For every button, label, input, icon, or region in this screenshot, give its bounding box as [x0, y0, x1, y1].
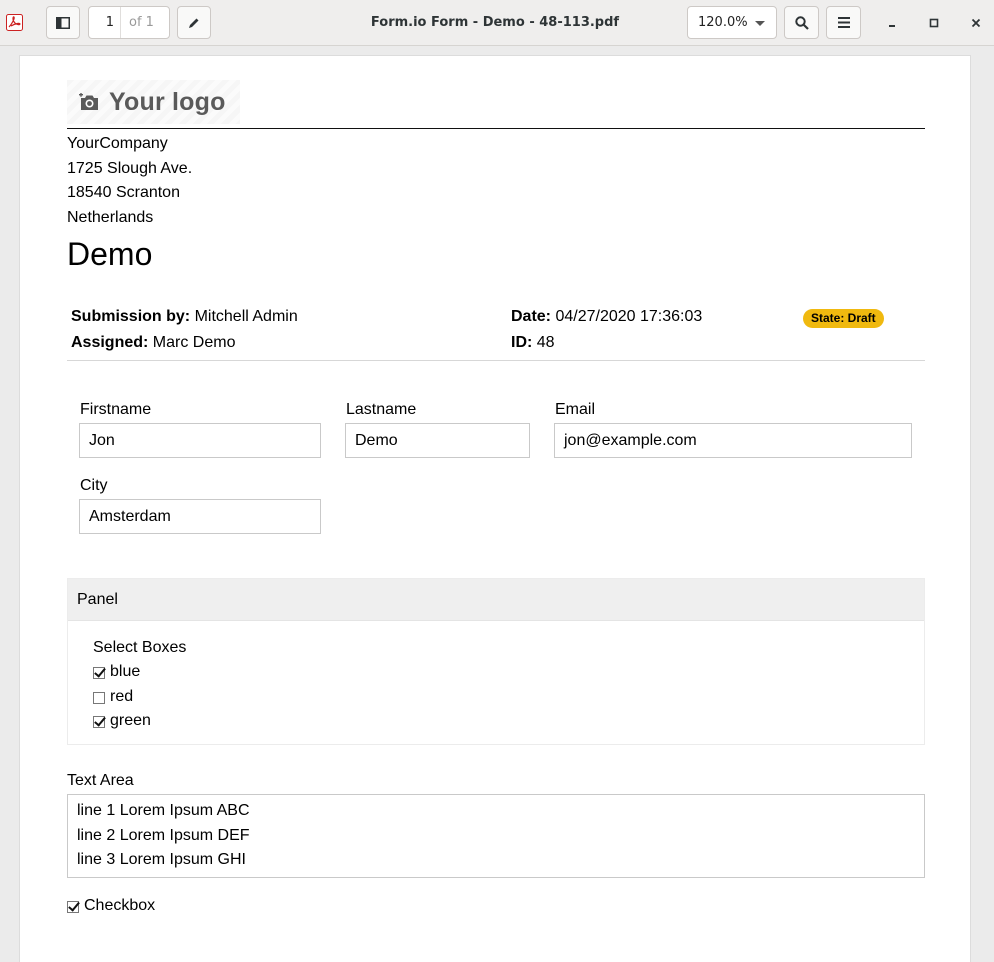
status-badge: State: Draft: [803, 309, 884, 328]
id-label: ID:: [511, 334, 533, 351]
firstname-label: Firstname: [80, 401, 152, 418]
search-icon: [794, 15, 809, 30]
option-label: blue: [110, 663, 141, 680]
checkbox-checked-icon[interactable]: [93, 667, 105, 679]
submission-by-label: Submission by:: [71, 308, 191, 325]
company-logo: Your logo: [67, 80, 240, 124]
minimize-icon: [889, 25, 895, 27]
checkbox-unchecked-icon[interactable]: [93, 692, 105, 704]
address-city: 18540 Scranton: [67, 184, 180, 201]
pencil-icon: [189, 18, 199, 28]
chevron-down-icon: [755, 21, 765, 26]
annotate-button[interactable]: [177, 6, 211, 39]
address-country: Netherlands: [67, 208, 154, 226]
document-title: Demo: [67, 236, 153, 272]
meta-divider: [67, 360, 925, 361]
logo-text: Your logo: [109, 87, 226, 116]
menu-button[interactable]: [826, 6, 861, 39]
textarea-line: line 2 Lorem Ipsum DEF: [77, 826, 250, 844]
id-value: 48: [536, 334, 555, 351]
email-label: Email: [555, 401, 596, 418]
company-name: YourCompany: [67, 135, 168, 152]
text-area-field[interactable]: line 1 Lorem Ipsum ABC line 2 Lorem Ipsu…: [67, 794, 925, 878]
pdf-app-icon: [6, 14, 23, 31]
firstname-field[interactable]: Jon: [79, 423, 321, 458]
page-number-field[interactable]: 1 of 1: [88, 6, 170, 39]
page-total-label: of 1: [129, 15, 154, 30]
sidebar-toggle-button[interactable]: [46, 6, 80, 39]
panel-title: Panel: [68, 579, 924, 621]
lastname-label: Lastname: [346, 401, 417, 418]
option-blue[interactable]: blue: [93, 663, 140, 681]
textarea-line: line 3 Lorem Ipsum GHI: [77, 851, 246, 868]
header-divider: [67, 128, 925, 129]
checkbox-label: Checkbox: [84, 897, 156, 914]
assigned-label: Assigned:: [71, 334, 149, 351]
camera-icon: [79, 93, 98, 110]
close-button[interactable]: [963, 10, 989, 36]
email-field[interactable]: jon@example.com: [554, 423, 912, 458]
close-icon: [971, 18, 981, 28]
checkbox-checked-icon[interactable]: [67, 901, 79, 913]
minimize-button[interactable]: [879, 10, 905, 36]
option-label: green: [110, 712, 151, 729]
assigned-value: Marc Demo: [152, 334, 236, 351]
lastname-field[interactable]: Demo: [345, 423, 530, 458]
maximize-icon: [929, 18, 939, 28]
address-street: 1725 Slough Ave.: [67, 159, 193, 177]
date: Date: 04/27/2020 17:36:03: [511, 308, 702, 326]
option-green[interactable]: green: [93, 712, 151, 730]
city-label: City: [80, 477, 108, 494]
maximize-button[interactable]: [921, 10, 947, 36]
zoom-value: 120.0%: [698, 15, 748, 30]
select-boxes-label: Select Boxes: [93, 639, 187, 656]
viewer-toolbar: 1 of 1 Form.io Form - Demo - 48-113.pdf …: [0, 0, 994, 46]
textarea-line: line 1 Lorem Ipsum ABC: [77, 802, 250, 819]
option-label: red: [110, 688, 134, 705]
textarea-label: Text Area: [67, 772, 134, 789]
submission-by: Submission by: Mitchell Admin: [71, 308, 298, 326]
page-current-input[interactable]: 1: [89, 7, 121, 38]
pdf-page: Your logo YourCompany 1725 Slough Ave. 1…: [19, 55, 971, 962]
zoom-select[interactable]: 120.0%: [687, 6, 777, 39]
checkbox-checked-icon[interactable]: [93, 716, 105, 728]
form-panel: Panel Select Boxes blue red green: [67, 578, 925, 745]
company-address: YourCompany 1725 Slough Ave. 18540 Scran…: [67, 132, 192, 230]
search-button[interactable]: [784, 6, 819, 39]
assigned: Assigned: Marc Demo: [71, 334, 235, 352]
submission-id: ID: 48: [511, 334, 555, 352]
option-red[interactable]: red: [93, 688, 133, 706]
sidebar-icon: [56, 16, 70, 29]
date-value: 04/27/2020 17:36:03: [555, 308, 703, 325]
hamburger-menu-icon: [837, 17, 850, 28]
date-label: Date:: [511, 308, 552, 325]
city-field[interactable]: Amsterdam: [79, 499, 321, 534]
checkbox-field[interactable]: Checkbox: [67, 897, 155, 915]
submission-by-value: Mitchell Admin: [194, 308, 298, 325]
window-title: Form.io Form - Demo - 48-113.pdf: [370, 15, 620, 30]
